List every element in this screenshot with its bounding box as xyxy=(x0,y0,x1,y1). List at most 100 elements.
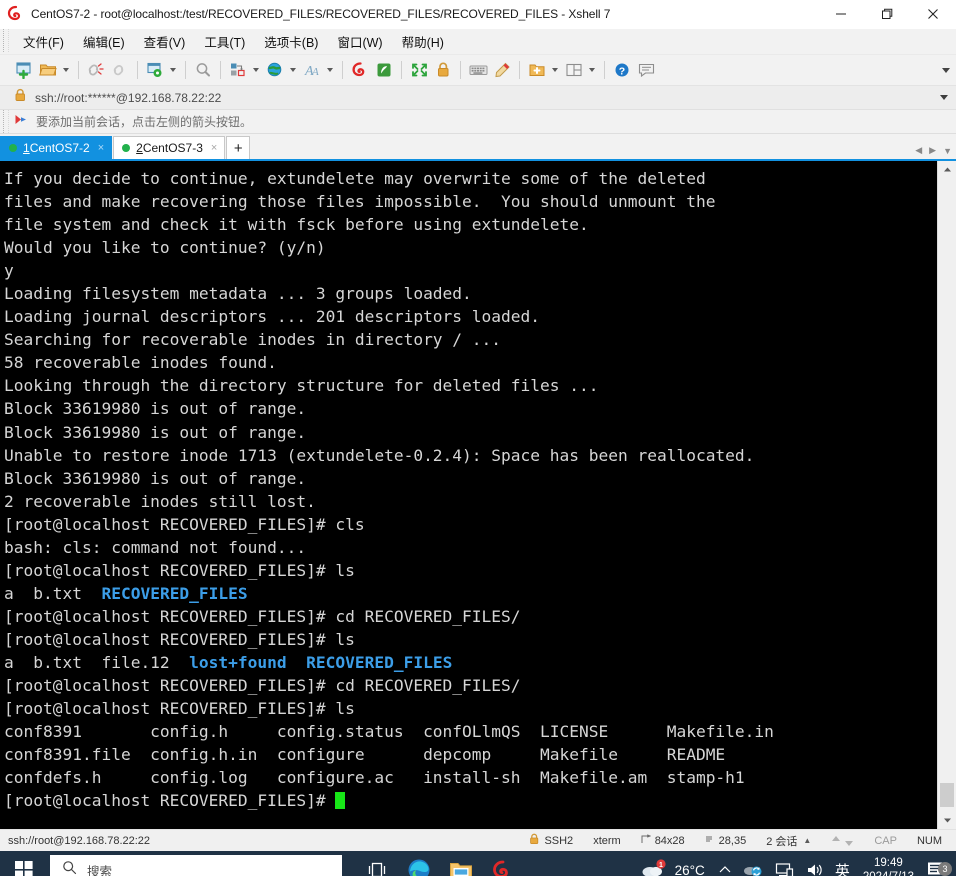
cursor-position-icon xyxy=(705,834,715,848)
tab-centos7-3[interactable]: 2 CentOS7-3 × xyxy=(113,136,226,159)
link-icon[interactable] xyxy=(109,59,131,81)
transfer-dropdown-icon[interactable] xyxy=(250,59,261,81)
xshell-window: CentOS7-2 - root@localhost:/test/RECOVER… xyxy=(0,0,956,876)
menu-bar: 文件(F) 编辑(E) 查看(V) 工具(T) 选项卡(B) 窗口(W) 帮助(… xyxy=(0,29,956,55)
scrollbar-thumb[interactable] xyxy=(940,783,954,807)
terminal-line: bash: cls: command not found... xyxy=(4,536,774,559)
toolbar-separator xyxy=(460,61,461,79)
windows-taskbar: 搜索 1 26°C 英 19:49 3 xyxy=(0,851,956,876)
session-properties-dropdown-icon[interactable] xyxy=(167,59,178,81)
add-folder-icon[interactable] xyxy=(526,59,548,81)
terminal-text: [root@localhost RECOVERED_FILES]# ls xyxy=(4,699,355,719)
monitor-icon[interactable] xyxy=(769,851,800,876)
task-view-icon[interactable] xyxy=(356,851,398,876)
tab-label: CentOS7-2 xyxy=(29,141,90,155)
terminal-text: Looking through the directory structure … xyxy=(4,376,599,396)
highlight-icon[interactable] xyxy=(491,59,513,81)
font-icon[interactable]: A A xyxy=(301,59,323,81)
xshell-icon[interactable] xyxy=(349,59,371,81)
taskbar-clock[interactable]: 19:49 2024/7/13 xyxy=(855,856,922,876)
close-button[interactable] xyxy=(910,0,956,28)
maximize-button[interactable] xyxy=(864,0,910,28)
terminal-text: [root@localhost RECOVERED_FILES]# ls xyxy=(4,629,355,649)
edge-icon[interactable] xyxy=(398,851,440,876)
terminal-directory-name: lost+found xyxy=(189,652,287,672)
comment-icon[interactable] xyxy=(635,59,657,81)
volume-icon[interactable] xyxy=(800,851,830,876)
tab-centos7-2[interactable]: 1 CentOS7-2 × xyxy=(0,136,113,159)
sessions-caret-icon[interactable]: ▲ xyxy=(803,836,811,845)
tab-scroll-left-icon[interactable]: ◀ xyxy=(915,145,922,156)
scroll-up-icon[interactable] xyxy=(938,161,956,178)
address-dropdown-icon[interactable] xyxy=(940,95,948,100)
resize-icon xyxy=(641,833,651,848)
disconnect-icon[interactable] xyxy=(85,59,107,81)
terminal-line: 2 recoverable inodes still lost. xyxy=(4,490,774,513)
terminal-line: conf8391.file config.h.in configure depc… xyxy=(4,743,774,766)
notification-center-icon[interactable]: 3 xyxy=(922,860,956,876)
terminal-text: [root@localhost RECOVERED_FILES]# ls xyxy=(4,560,355,580)
globe-dropdown-icon[interactable] xyxy=(287,59,298,81)
xftp-icon[interactable] xyxy=(373,59,395,81)
terminal-line: Loading journal descriptors ... 201 desc… xyxy=(4,305,774,328)
help-icon[interactable]: ? xyxy=(611,59,633,81)
menu-view[interactable]: 查看(V) xyxy=(137,29,193,54)
taskbar-search-box[interactable]: 搜索 xyxy=(50,855,342,876)
new-tab-button[interactable]: + xyxy=(226,136,251,159)
tab-list-menu-icon[interactable]: ▼ xyxy=(943,146,952,156)
lock-icon[interactable] xyxy=(432,59,454,81)
status-protocol-cell: SSH2 xyxy=(519,830,583,851)
terminal-text: conf8391.file config.h.in configure depc… xyxy=(4,745,726,765)
notice-bar: 要添加当前会话，点击左侧的箭头按钮。 xyxy=(0,110,956,158)
terminal-line: a b.txt file.12 lost+found RECOVERED_FIL… xyxy=(4,651,774,674)
globe-icon[interactable] xyxy=(264,59,286,81)
network-icon[interactable] xyxy=(737,851,769,876)
new-session-icon[interactable] xyxy=(13,59,35,81)
status-terminal-type: xterm xyxy=(593,834,621,847)
layout-icon[interactable] xyxy=(563,59,585,81)
terminal-scrollbar[interactable] xyxy=(937,161,956,829)
menu-tools[interactable]: 工具(T) xyxy=(197,29,252,54)
terminal-output[interactable]: If you decide to continue, extundelete m… xyxy=(0,161,774,812)
menu-window[interactable]: 窗口(W) xyxy=(330,29,389,54)
weather-widget[interactable]: 1 26°C xyxy=(641,858,713,876)
scroll-down-icon[interactable] xyxy=(938,812,956,829)
address-bar[interactable]: ssh://root:******@192.168.78.22:22 xyxy=(0,86,956,221)
terminal-line: [root@localhost RECOVERED_FILES]# xyxy=(4,789,774,812)
find-icon[interactable] xyxy=(192,59,214,81)
toolbar-overflow-button[interactable] xyxy=(942,55,950,85)
toolbar-grip[interactable] xyxy=(3,109,9,137)
open-folder-icon[interactable] xyxy=(37,59,59,81)
menu-help[interactable]: 帮助(H) xyxy=(395,29,451,54)
weather-temperature: 26°C xyxy=(674,862,705,876)
session-properties-icon[interactable] xyxy=(144,59,166,81)
tab-close-icon[interactable]: × xyxy=(211,142,217,154)
font-dropdown-icon[interactable] xyxy=(324,59,335,81)
add-folder-dropdown-icon[interactable] xyxy=(549,59,560,81)
tray-expand-icon[interactable] xyxy=(713,851,737,876)
terminal-area[interactable]: If you decide to continue, extundelete m… xyxy=(0,161,956,829)
open-folder-dropdown-icon[interactable] xyxy=(60,59,71,81)
tab-close-icon[interactable]: × xyxy=(98,142,104,154)
terminal-directory-name: RECOVERED_FILES xyxy=(306,652,453,672)
xshell-icon[interactable] xyxy=(482,851,524,876)
transfer-icon[interactable] xyxy=(227,59,249,81)
status-sessions-cell[interactable]: 2 会话 ▲ xyxy=(756,830,821,851)
menu-grip[interactable] xyxy=(3,29,9,52)
menu-tabs[interactable]: 选项卡(B) xyxy=(257,29,325,54)
menu-edit[interactable]: 编辑(E) xyxy=(76,29,132,54)
terminal-text: a b.txt xyxy=(4,583,102,603)
tab-scroll-right-icon[interactable]: ▶ xyxy=(929,145,936,156)
menu-file[interactable]: 文件(F) xyxy=(16,29,71,54)
lock-icon xyxy=(529,833,540,848)
layout-dropdown-icon[interactable] xyxy=(586,59,597,81)
terminal-directory-name: RECOVERED_FILES xyxy=(101,583,248,603)
fullscreen-icon[interactable] xyxy=(408,59,430,81)
file-explorer-icon[interactable] xyxy=(440,851,482,876)
keyboard-icon[interactable] xyxy=(467,59,489,81)
windows-start-icon[interactable] xyxy=(0,851,48,876)
terminal-text: confdefs.h config.log configure.ac insta… xyxy=(4,768,745,788)
ime-indicator[interactable]: 英 xyxy=(830,860,855,876)
notice-text: 要添加当前会话，点击左侧的箭头按钮。 xyxy=(36,115,253,129)
minimize-button[interactable] xyxy=(818,0,864,28)
